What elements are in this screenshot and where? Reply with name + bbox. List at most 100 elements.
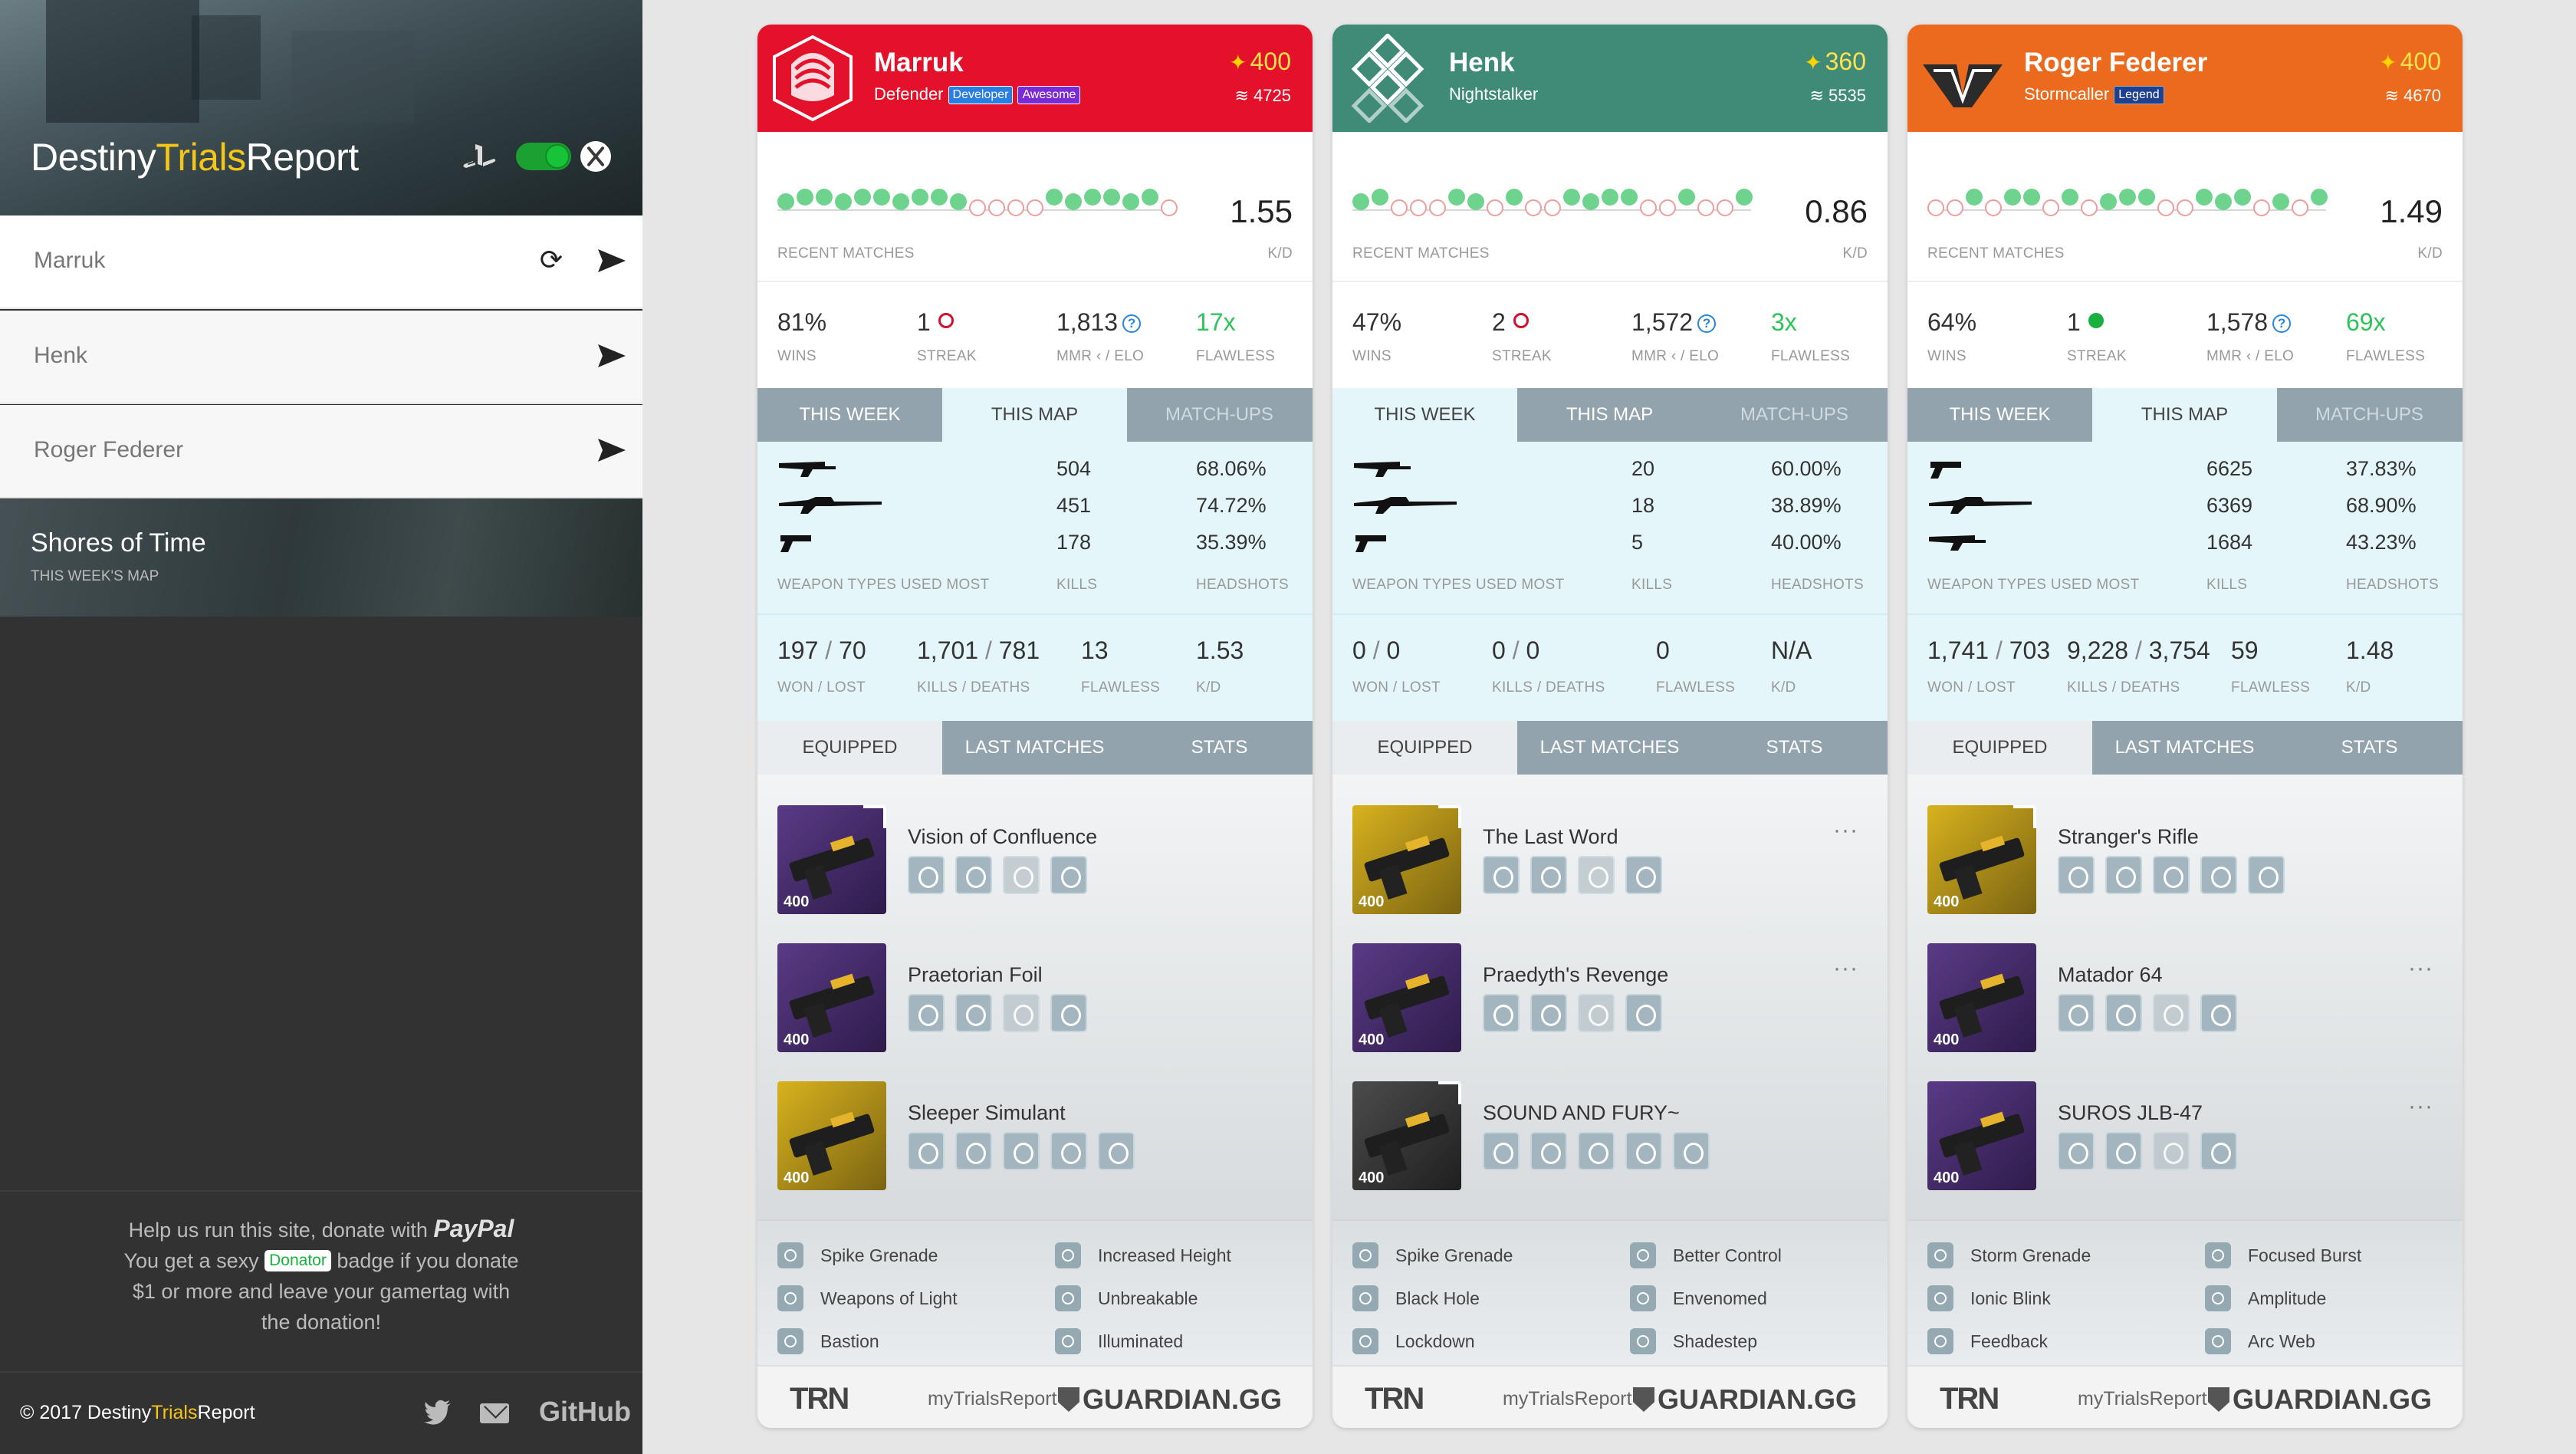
player-name[interactable]: Marruk — [34, 248, 105, 274]
match-dot-win[interactable] — [1122, 193, 1139, 210]
mytrialsreport-link[interactable]: myTrialsReport — [1503, 1388, 1632, 1410]
tab-stats[interactable]: STATS — [2277, 721, 2462, 775]
tab-last-matches[interactable]: LAST MATCHES — [942, 721, 1127, 775]
perk-icon[interactable] — [908, 856, 945, 894]
match-dot-win[interactable] — [1467, 193, 1484, 210]
match-dot-win[interactable] — [1621, 189, 1638, 206]
weapon-name[interactable]: Matador 64 — [2058, 963, 2163, 987]
tab-this-map[interactable]: THIS MAP — [942, 388, 1127, 442]
match-dot-win[interactable] — [2004, 189, 2021, 206]
perk-icon[interactable] — [908, 994, 945, 1032]
xbox-icon[interactable] — [580, 141, 611, 172]
brand-logo[interactable]: DestinyTrialsReport — [31, 135, 359, 179]
perk-icon[interactable] — [955, 856, 992, 894]
perk-icon[interactable] — [1050, 856, 1087, 894]
perk-icon[interactable] — [1483, 856, 1520, 894]
perk-icon[interactable] — [1530, 856, 1567, 894]
match-dot-loss[interactable] — [1161, 199, 1178, 216]
refresh-icon[interactable]: ⟳ — [537, 246, 566, 275]
tab-match-ups[interactable]: MATCH-UPS — [1127, 388, 1312, 442]
perk-icon[interactable] — [1625, 1132, 1662, 1170]
tab-this-map[interactable]: THIS MAP — [1517, 388, 1702, 442]
match-dot-loss[interactable] — [1027, 199, 1043, 216]
weapon-name[interactable]: Praedyth's Revenge — [1483, 963, 1668, 987]
match-dot-loss[interactable] — [2157, 199, 2174, 216]
match-dot-win[interactable] — [1602, 189, 1618, 206]
perk-icon[interactable] — [2153, 856, 2190, 894]
tab-match-ups[interactable]: MATCH-UPS — [2277, 388, 2462, 442]
perk-icon[interactable] — [2248, 856, 2285, 894]
twitter-icon[interactable] — [423, 1399, 452, 1425]
guardian-gg-link[interactable]: GUARDIAN.GG — [1058, 1383, 1282, 1416]
match-dot-loss[interactable] — [969, 199, 986, 216]
equipped-weapon[interactable]: 400 Sleeper Simulant — [777, 1081, 1299, 1190]
tab-stats[interactable]: STATS — [1702, 721, 1887, 775]
weapon-icon[interactable]: 400 — [1927, 943, 2036, 1052]
match-dot-win[interactable] — [1103, 189, 1120, 206]
perk-icon[interactable] — [2105, 856, 2142, 894]
perk-icon[interactable] — [1050, 1132, 1087, 1170]
weapon-name[interactable]: Stranger's Rifle — [2058, 825, 2199, 849]
perk-icon[interactable] — [908, 1132, 945, 1170]
tab-stats[interactable]: STATS — [1127, 721, 1312, 775]
perk-icon[interactable] — [2200, 856, 2237, 894]
perk-icon[interactable] — [2058, 994, 2095, 1032]
perk-icon[interactable] — [1003, 856, 1040, 894]
match-dot-loss[interactable] — [2042, 199, 2059, 216]
match-dot-win[interactable] — [1966, 189, 1983, 206]
perk-icon[interactable] — [1578, 994, 1615, 1032]
weapon-name[interactable]: The Last Word — [1483, 825, 1618, 849]
match-dot-loss[interactable] — [1007, 199, 1024, 216]
match-dot-loss[interactable] — [1659, 199, 1676, 216]
perk-icon[interactable] — [1003, 1132, 1040, 1170]
tab-equipped[interactable]: EQUIPPED — [1332, 721, 1517, 775]
perk-icon[interactable] — [2153, 1132, 2190, 1170]
match-dot-win[interactable] — [1563, 189, 1580, 206]
match-dot-loss[interactable] — [1697, 199, 1714, 216]
match-dot-win[interactable] — [2234, 189, 2251, 206]
help-icon[interactable]: ? — [1122, 314, 1142, 333]
match-dot-win[interactable] — [835, 193, 852, 210]
perk-icon[interactable] — [2200, 1132, 2237, 1170]
weapon-icon[interactable]: 400 — [777, 943, 886, 1052]
trn-link[interactable]: TRN — [1365, 1382, 1424, 1416]
match-dot-loss[interactable] — [1640, 199, 1657, 216]
match-dot-win[interactable] — [1736, 189, 1753, 206]
match-dot-loss[interactable] — [2253, 199, 2270, 216]
perk-icon[interactable] — [1578, 856, 1615, 894]
equipped-weapon[interactable]: 400 Praetorian Foil — [777, 943, 1299, 1052]
tab-match-ups[interactable]: MATCH-UPS — [1702, 388, 1887, 442]
match-dot-win[interactable] — [2196, 189, 2213, 206]
match-dot-win[interactable] — [1352, 193, 1369, 210]
perk-icon[interactable] — [1483, 1132, 1520, 1170]
equipped-weapon[interactable]: 400 Stranger's Rifle — [1927, 805, 2449, 914]
playstation-icon[interactable] — [462, 143, 499, 172]
perk-icon[interactable] — [955, 994, 992, 1032]
perk-icon[interactable] — [2153, 994, 2190, 1032]
tab-this-map[interactable]: THIS MAP — [2092, 388, 2277, 442]
match-dot-win[interactable] — [892, 193, 909, 210]
tab-equipped[interactable]: EQUIPPED — [1907, 721, 2092, 775]
match-dot-loss[interactable] — [1487, 199, 1503, 216]
perk-icon[interactable] — [1003, 994, 1040, 1032]
perk-icon[interactable] — [1530, 994, 1567, 1032]
match-dot-win[interactable] — [2215, 193, 2232, 210]
tab-this-week[interactable]: THIS WEEK — [1907, 388, 2092, 442]
weapon-icon[interactable]: 400 — [1927, 1081, 2036, 1190]
perk-icon[interactable] — [1050, 994, 1087, 1032]
match-dot-win[interactable] — [2062, 189, 2078, 206]
tab-equipped[interactable]: EQUIPPED — [757, 721, 942, 775]
equipped-weapon[interactable]: 400 The Last Word ··· — [1352, 805, 1874, 914]
match-dot-win[interactable] — [777, 193, 794, 210]
mmr-label[interactable]: MMR ‹ / ELO — [1631, 348, 1719, 365]
weapon-name[interactable]: SOUND AND FURY~ — [1483, 1101, 1680, 1125]
weapon-icon[interactable]: 400 — [1352, 943, 1461, 1052]
more-options-icon[interactable]: ··· — [1833, 817, 1858, 844]
mail-icon[interactable] — [480, 1403, 509, 1423]
weapon-icon[interactable]: 400 — [777, 805, 886, 914]
more-options-icon[interactable]: ··· — [2408, 1094, 2433, 1120]
equipped-weapon[interactable]: 400 SUROS JLB-47 ··· — [1927, 1081, 2449, 1190]
match-dot-loss[interactable] — [1985, 199, 2002, 216]
match-dot-win[interactable] — [1448, 189, 1465, 206]
match-dot-loss[interactable] — [1525, 199, 1542, 216]
